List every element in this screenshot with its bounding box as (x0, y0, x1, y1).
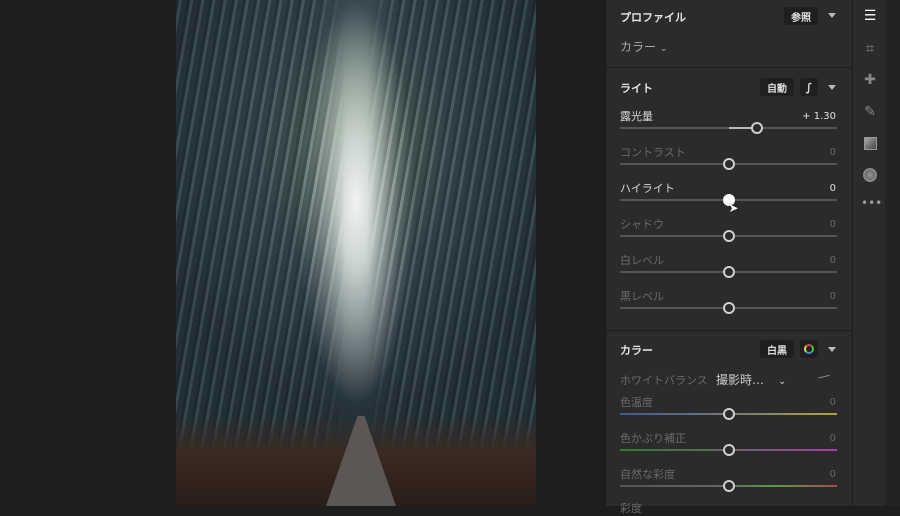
brush-icon[interactable]: ✎ (861, 104, 879, 122)
healing-icon[interactable]: ✚ (861, 72, 879, 90)
tool-strip: ☰ ⌗ ✚ ✎ ••• (852, 0, 885, 506)
white-balance-label: ホワイトバランス (620, 374, 708, 387)
slider-thumb[interactable] (722, 230, 735, 242)
color-slider-value[interactable]: 0 (830, 433, 836, 444)
light-slider-label: 白レベル (620, 254, 664, 267)
light-slider-track[interactable] (620, 122, 837, 134)
color-slider-track[interactable] (620, 480, 837, 492)
light-slider-track[interactable]: ➤ (620, 194, 837, 215)
light-slider-value[interactable]: 0 (830, 183, 836, 194)
white-balance-value: 撮影時… (716, 373, 765, 387)
white-balance-dropdown[interactable]: 撮影時… ⌄ (716, 371, 786, 388)
slider-thumb[interactable] (722, 158, 735, 170)
color-title: カラー (620, 344, 653, 357)
photo-canvas (176, 0, 536, 506)
tone-curve-button[interactable]: ∫ (800, 78, 818, 96)
slider-thumb[interactable] (722, 266, 735, 278)
light-slider-track[interactable] (620, 266, 837, 278)
linear-gradient-icon[interactable] (864, 137, 877, 150)
edit-panel: プロファイル 参照 カラー ⌄ ライト 自動 ∫ 露光量 + 1.30 コントラ… (605, 0, 853, 515)
slider-thumb[interactable] (722, 480, 735, 492)
profile-collapse-icon[interactable] (828, 13, 836, 18)
light-slider-label: シャドウ (620, 218, 664, 231)
light-slider-value[interactable]: 0 (830, 255, 836, 266)
light-slider-label: 黒レベル (620, 290, 664, 303)
crop-icon[interactable]: ⌗ (861, 39, 879, 57)
more-icon[interactable]: ••• (861, 196, 882, 214)
color-slider-value[interactable]: 0 (830, 397, 836, 408)
curve-icon: ∫ (805, 80, 813, 94)
color-collapse-icon[interactable] (828, 347, 836, 352)
light-slider-track[interactable] (620, 302, 837, 314)
slider-thumb[interactable] (750, 122, 763, 134)
saturation-label: 彩度 (620, 502, 642, 515)
divider (606, 67, 853, 68)
color-slider-track[interactable] (620, 408, 837, 420)
bw-button[interactable]: 白黒 (760, 340, 794, 358)
profile-browse-button[interactable]: 参照 (784, 7, 818, 25)
panel-edge (885, 0, 900, 506)
radial-gradient-icon[interactable] (863, 168, 877, 182)
light-slider-label: ハイライト (620, 182, 675, 195)
light-title: ライト (620, 82, 653, 95)
divider (606, 330, 853, 331)
light-slider-value[interactable]: 0 (830, 147, 836, 158)
chevron-down-icon: ⌄ (778, 376, 787, 387)
color-slider-label: 色かぶり補正 (620, 432, 686, 445)
color-mixer-button[interactable] (800, 340, 818, 358)
eyedropper-icon[interactable]: ⁄ (817, 371, 829, 383)
color-wheel-icon (804, 344, 814, 354)
chevron-down-icon: ⌄ (659, 44, 668, 54)
slider-thumb[interactable] (722, 302, 735, 314)
light-slider-value[interactable]: + 1.30 (802, 111, 836, 122)
light-slider-label: コントラスト (620, 146, 686, 159)
profile-title: プロファイル (620, 11, 686, 24)
slider-thumb[interactable] (722, 444, 735, 456)
profile-value: カラー (620, 40, 657, 54)
light-slider-label: 露光量 (620, 110, 653, 123)
edit-sliders-icon[interactable]: ☰ (861, 8, 879, 26)
light-slider-track[interactable] (620, 158, 837, 170)
color-slider-label: 色温度 (620, 396, 653, 409)
color-slider-value[interactable]: 0 (830, 469, 836, 480)
mouse-cursor-icon: ➤ (728, 201, 739, 215)
slider-thumb[interactable] (722, 408, 735, 420)
color-slider-label: 自然な彩度 (620, 468, 675, 481)
color-slider-track[interactable] (620, 444, 837, 456)
light-slider-value[interactable]: 0 (830, 291, 836, 302)
light-slider-value[interactable]: 0 (830, 219, 836, 230)
light-collapse-icon[interactable] (828, 85, 836, 90)
auto-button[interactable]: 自動 (760, 78, 794, 96)
light-slider-track[interactable] (620, 230, 837, 242)
profile-dropdown[interactable]: カラー ⌄ (620, 38, 667, 55)
